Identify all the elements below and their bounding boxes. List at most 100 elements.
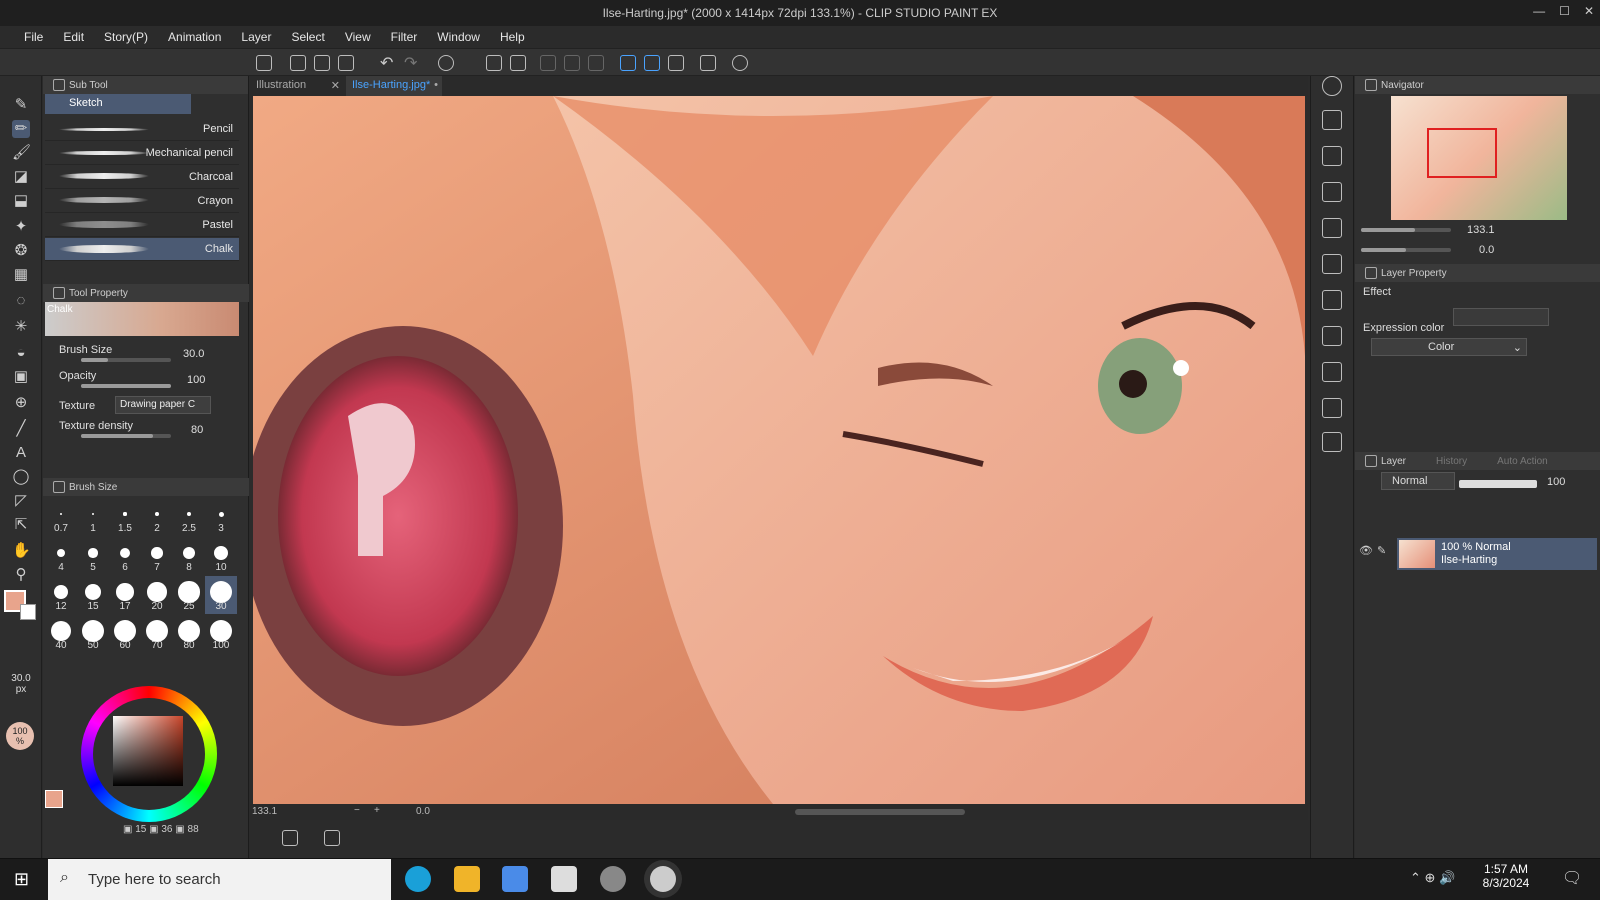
transform-icon[interactable] (510, 55, 526, 71)
opacity-value[interactable]: 100 (187, 374, 205, 386)
brush-size-option[interactable]: 1 (77, 498, 109, 536)
material-icon[interactable] (1322, 110, 1342, 130)
tab-close-icon[interactable]: • (434, 79, 438, 91)
timeline-icon[interactable] (282, 830, 298, 846)
material-pattern-icon[interactable] (1322, 218, 1342, 238)
brush-item-pencil[interactable]: Pencil (45, 118, 239, 141)
brush-size-option[interactable]: 2 (141, 498, 173, 536)
brush-size-option[interactable]: 10 (205, 537, 237, 575)
brush-item-chalk[interactable]: Chalk (45, 238, 239, 261)
snap-special-ruler-icon[interactable] (644, 55, 660, 71)
brush-size-option[interactable]: 40 (45, 615, 77, 653)
canvas-artwork[interactable] (253, 96, 1305, 804)
navigator-rotate-slider[interactable] (1361, 248, 1451, 252)
tab-ilse-harting[interactable]: Ilse-Harting.jpg* • (346, 76, 442, 96)
close-icon[interactable]: ✕ (1584, 4, 1594, 18)
brush-size-option[interactable]: 12 (45, 576, 77, 614)
brush-item-mechanical-pencil[interactable]: Mechanical pencil (45, 142, 239, 165)
deselect-icon[interactable] (540, 55, 556, 71)
clip-studio-icon[interactable] (256, 55, 272, 71)
maximize-icon[interactable]: ☐ (1559, 4, 1570, 18)
brush-tool-icon[interactable]: 🖌 (12, 144, 31, 162)
file-explorer-icon[interactable] (454, 866, 480, 892)
menu-animation[interactable]: Animation (158, 30, 231, 44)
menu-select[interactable]: Select (281, 30, 334, 44)
pen-tool-icon[interactable]: ✎ (12, 96, 30, 114)
mail-icon[interactable] (551, 866, 577, 892)
clip-studio-paint-icon[interactable] (650, 866, 676, 892)
brush-item-crayon[interactable]: Crayon (45, 190, 239, 213)
store-icon[interactable] (502, 866, 528, 892)
system-tray-icons[interactable]: ⌃ ⊕ 🔊 (1410, 870, 1455, 886)
zoom-out-icon[interactable]: − (354, 805, 360, 816)
menu-layer[interactable]: Layer (231, 30, 281, 44)
tab-close-icon[interactable]: ✕ (331, 79, 340, 92)
clock[interactable]: 1:57 AM 8/3/2024 (1466, 862, 1546, 890)
layer-opacity-value[interactable]: 100 (1547, 476, 1565, 488)
navigator-zoom-value[interactable]: 133.1 (1467, 224, 1495, 236)
menu-view[interactable]: View (335, 30, 381, 44)
fill-tool-icon[interactable]: ◒ (12, 344, 30, 362)
balloon-tool-icon[interactable]: ◯ (12, 468, 30, 486)
brush-size-option[interactable]: 60 (109, 615, 141, 653)
search-icon[interactable] (1322, 76, 1342, 96)
tab-history[interactable]: History (1436, 456, 1467, 467)
brush-size-option[interactable]: 5 (77, 537, 109, 575)
companion-icon[interactable] (700, 55, 716, 71)
zoom-value[interactable]: 133.1 (252, 806, 277, 817)
edge-icon[interactable] (405, 866, 431, 892)
brush-size-option[interactable]: 50 (77, 615, 109, 653)
material-effect-icon[interactable] (1322, 398, 1342, 418)
undo-icon[interactable]: ↶ (380, 53, 393, 73)
decoration-tool-icon[interactable]: ✦ (12, 218, 30, 236)
material-pose-icon[interactable] (1322, 432, 1342, 452)
navigator-viewport-frame[interactable] (1427, 128, 1497, 178)
clip-studio-launcher-icon[interactable] (600, 866, 626, 892)
snap-grid-icon[interactable] (668, 55, 684, 71)
blend-tool-icon[interactable]: ⬓ (12, 192, 30, 210)
gradient-tool-icon[interactable]: ▣ (12, 368, 30, 386)
menu-story[interactable]: Story(P) (94, 30, 158, 44)
invert-selection-icon[interactable] (564, 55, 580, 71)
texture-select[interactable]: Drawing paper C (115, 396, 211, 414)
brush-item-charcoal[interactable]: Charcoal (45, 166, 239, 189)
fill-icon[interactable] (486, 55, 502, 71)
color-wheel[interactable] (81, 686, 217, 822)
material-image-icon[interactable] (1322, 146, 1342, 166)
brush-size-option[interactable]: 17 (109, 576, 141, 614)
help-icon[interactable] (732, 55, 748, 71)
blend-mode-select[interactable]: Normal (1381, 472, 1455, 490)
texture-density-slider[interactable] (81, 434, 171, 438)
save-icon[interactable] (338, 55, 354, 71)
zoom-in-icon[interactable]: + (374, 805, 380, 816)
sub-color-swatch[interactable] (20, 604, 36, 620)
clear-icon[interactable] (438, 55, 454, 71)
text-tool-icon[interactable]: A (12, 444, 30, 462)
magic-wand-tool-icon[interactable]: ✳ (12, 318, 30, 336)
brush-size-slider[interactable] (81, 358, 171, 362)
eyedropper-tool-icon[interactable]: ⚲ (12, 566, 30, 584)
navigator-rotate-value[interactable]: 0.0 (1479, 244, 1494, 256)
material-3d-icon[interactable] (1322, 254, 1342, 274)
lasso-tool-icon[interactable]: ◌ (12, 292, 30, 310)
brush-size-option[interactable]: 1.5 (109, 498, 141, 536)
menu-window[interactable]: Window (427, 30, 490, 44)
brush-size-option[interactable]: 4 (45, 537, 77, 575)
material-frame-icon[interactable] (1322, 362, 1342, 382)
material-manga-icon[interactable] (1322, 182, 1342, 202)
brush-size-option[interactable]: 20 (141, 576, 173, 614)
frame-tool-icon[interactable]: ◸ (12, 492, 30, 510)
brush-size-option[interactable]: 70 (141, 615, 173, 653)
brush-item-pastel[interactable]: Pastel (45, 214, 239, 237)
eye-icon[interactable]: 👁 (1359, 544, 1373, 557)
brush-size-value[interactable]: 30.0 (183, 348, 204, 360)
navigator-preview[interactable] (1391, 96, 1567, 220)
brush-size-option[interactable]: 7 (141, 537, 173, 575)
sub-tool-group-sketch[interactable]: Sketch (45, 94, 191, 114)
horizontal-scrollbar[interactable] (795, 809, 965, 815)
notifications-icon[interactable]: 🗨 (1562, 868, 1582, 888)
move-layer-tool-icon[interactable]: ⇱ (12, 516, 30, 534)
hand-tool-icon[interactable]: ✋ (12, 542, 31, 560)
layer-row[interactable]: 100 % Normal Ilse-Harting (1397, 538, 1597, 570)
brush-size-option[interactable]: 8 (173, 537, 205, 575)
